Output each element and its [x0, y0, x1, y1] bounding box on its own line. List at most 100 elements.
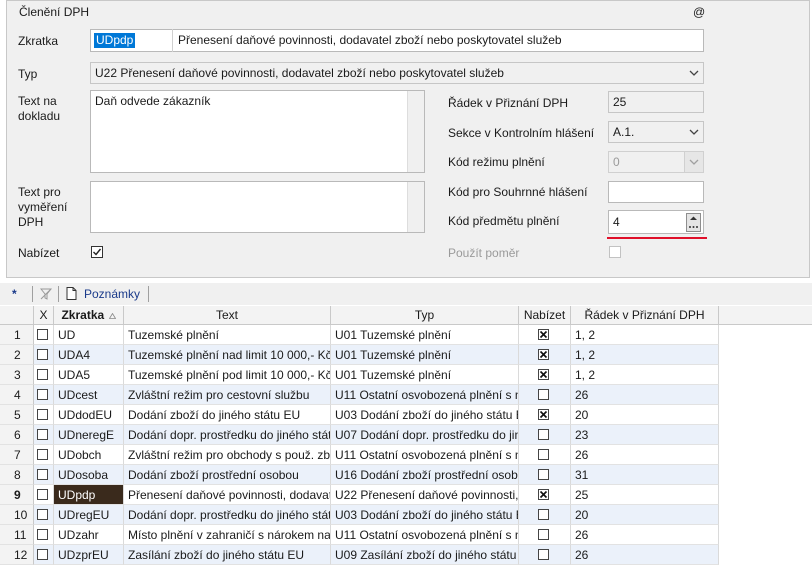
- scrollbar[interactable]: [407, 91, 424, 172]
- cell-radek[interactable]: 26: [571, 545, 719, 565]
- cell-zkratka[interactable]: UDA4: [54, 345, 124, 365]
- row-number[interactable]: 4: [0, 385, 34, 405]
- nabizet-checkbox[interactable]: [538, 449, 549, 460]
- nabizet-checkbox[interactable]: [538, 369, 549, 380]
- column-header-radek[interactable]: Řádek v Přiznání DPH: [571, 306, 719, 325]
- cell-radek[interactable]: 1, 2: [571, 345, 719, 365]
- table-row[interactable]: 2 UDA4 Tuzemské plnění nad limit 10 000,- …: [0, 345, 812, 365]
- cell-text[interactable]: Dodání zboží do jiného státu EU: [124, 405, 331, 425]
- cell-nabizet[interactable]: [519, 425, 571, 445]
- cell-radek[interactable]: 31: [571, 465, 719, 485]
- row-select-checkbox[interactable]: [34, 345, 54, 365]
- nabizet-checkbox[interactable]: [538, 329, 549, 340]
- checkbox[interactable]: [37, 469, 48, 480]
- column-header-typ[interactable]: Typ: [331, 306, 519, 325]
- checkbox[interactable]: [37, 409, 48, 420]
- nabizet-checkbox[interactable]: [538, 349, 549, 360]
- column-header-nabizet[interactable]: Nabízet: [519, 306, 571, 325]
- poznamky-button[interactable]: Poznámky: [84, 283, 140, 305]
- cell-zkratka[interactable]: UDdodEU: [54, 405, 124, 425]
- checkbox[interactable]: [37, 489, 48, 500]
- at-icon[interactable]: @: [693, 5, 705, 19]
- cell-zkratka[interactable]: UDneregE: [54, 425, 124, 445]
- cell-text[interactable]: Zasílání zboží do jiného státu EU: [124, 545, 331, 565]
- dropdown-button[interactable]: [684, 152, 703, 172]
- table-row[interactable]: 1 UD Tuzemské plnění U01 Tuzemské plnění 1, …: [0, 325, 812, 345]
- cell-typ[interactable]: U01 Tuzemské plnění: [331, 325, 519, 345]
- chevron-down-icon[interactable]: [689, 127, 699, 137]
- cell-zkratka[interactable]: UDpdp: [54, 485, 124, 505]
- row-number[interactable]: 5: [0, 405, 34, 425]
- cell-typ[interactable]: U16 Dodání zboží prostřední osobou: [331, 465, 519, 485]
- nabizet-checkbox[interactable]: [538, 409, 549, 420]
- cell-zkratka[interactable]: UDosoba: [54, 465, 124, 485]
- checkbox[interactable]: [37, 549, 48, 560]
- cell-typ[interactable]: U01 Tuzemské plnění: [331, 345, 519, 365]
- cell-typ[interactable]: U22 Přenesení daňové povinnosti, dodavat…: [331, 485, 519, 505]
- row-select-checkbox[interactable]: [34, 465, 54, 485]
- row-select-checkbox[interactable]: [34, 545, 54, 565]
- nabizet-checkbox[interactable]: [538, 549, 549, 560]
- row-select-checkbox[interactable]: [34, 425, 54, 445]
- table-row[interactable]: 9 UDpdp Přenesení daňové povinnosti, dodav…: [0, 485, 812, 505]
- cell-radek[interactable]: 26: [571, 525, 719, 545]
- cell-typ[interactable]: U11 Ostatní osvobozená plnění s nárokem: [331, 385, 519, 405]
- row-number[interactable]: 11: [0, 525, 34, 545]
- cell-zkratka[interactable]: UDregEU: [54, 505, 124, 525]
- row-number[interactable]: 2: [0, 345, 34, 365]
- sekce-select[interactable]: A.1.: [608, 121, 704, 143]
- cell-nabizet[interactable]: [519, 365, 571, 385]
- table-row[interactable]: 10 UDregEU Dodání dopr. prostředku do jiné…: [0, 505, 812, 525]
- new-record-button[interactable]: *: [12, 283, 17, 305]
- filter-icon[interactable]: [40, 283, 52, 305]
- zkratka-value[interactable]: UDpdp: [94, 33, 136, 48]
- nabizet-checkbox[interactable]: [538, 509, 549, 520]
- cell-nabizet[interactable]: [519, 385, 571, 405]
- row-select-checkbox[interactable]: [34, 405, 54, 425]
- table-row[interactable]: 7 UDobch Zvláštní režim pro obchody s použ…: [0, 445, 812, 465]
- chevron-down-icon[interactable]: [689, 68, 699, 78]
- cell-zkratka[interactable]: UD: [54, 325, 124, 345]
- nazev-field[interactable]: Přenesení daňové povinnosti, dodavatel z…: [178, 33, 562, 47]
- cell-typ[interactable]: U03 Dodání zboží do jiného státu EU: [331, 505, 519, 525]
- row-number[interactable]: 9: [0, 485, 34, 505]
- cell-zkratka[interactable]: UDcest: [54, 385, 124, 405]
- table-row[interactable]: 4 UDcest Zvláštní režim pro cestovní služb…: [0, 385, 812, 405]
- cell-text[interactable]: Dodání dopr. prostředku do jiného státu …: [124, 425, 331, 445]
- table-row[interactable]: 11 UDzahr Místo plnění v zahraničí s nárok…: [0, 525, 812, 545]
- predmet-field[interactable]: 4: [608, 210, 704, 234]
- cell-nabizet[interactable]: [519, 525, 571, 545]
- row-select-checkbox[interactable]: [34, 365, 54, 385]
- cell-nabizet[interactable]: [519, 545, 571, 565]
- cell-radek[interactable]: 26: [571, 445, 719, 465]
- cell-zkratka[interactable]: UDA5: [54, 365, 124, 385]
- cell-nabizet[interactable]: [519, 405, 571, 425]
- row-select-checkbox[interactable]: [34, 485, 54, 505]
- row-select-checkbox[interactable]: [34, 505, 54, 525]
- row-select-checkbox[interactable]: [34, 525, 54, 545]
- row-number[interactable]: 8: [0, 465, 34, 485]
- checkbox[interactable]: [37, 509, 48, 520]
- row-number[interactable]: 12: [0, 545, 34, 565]
- nabizet-checkbox[interactable]: [538, 429, 549, 440]
- checkbox[interactable]: [37, 329, 48, 340]
- row-number[interactable]: 3: [0, 365, 34, 385]
- table-row[interactable]: 3 UDA5 Tuzemské plnění pod limit 10 000,- …: [0, 365, 812, 385]
- cell-text[interactable]: Místo plnění v zahraničí s nárokem na od…: [124, 525, 331, 545]
- scrollbar[interactable]: [407, 182, 424, 232]
- cell-typ[interactable]: U07 Dodání dopr. prostředku do jiného st…: [331, 425, 519, 445]
- nabizet-checkbox[interactable]: [538, 529, 549, 540]
- table-row[interactable]: 8 UDosoba Dodání zboží prostřední osobou U1…: [0, 465, 812, 485]
- checkbox[interactable]: [37, 369, 48, 380]
- checkbox[interactable]: [37, 389, 48, 400]
- text-dokladu-textarea[interactable]: Daň odvede zákazník: [90, 90, 425, 173]
- nabizet-checkbox[interactable]: [538, 469, 549, 480]
- pouzit-pomer-checkbox[interactable]: [609, 246, 621, 258]
- row-number[interactable]: 6: [0, 425, 34, 445]
- cell-typ[interactable]: U09 Zasílání zboží do jiného státu EU: [331, 545, 519, 565]
- table-row[interactable]: 12 UDzprEU Zasílání zboží do jiného státu …: [0, 545, 812, 565]
- nabizet-checkbox[interactable]: [538, 389, 549, 400]
- cell-text[interactable]: Dodání zboží prostřední osobou: [124, 465, 331, 485]
- cell-typ[interactable]: U11 Ostatní osvobozená plnění s nárokem: [331, 445, 519, 465]
- column-header-text[interactable]: Text: [124, 306, 331, 325]
